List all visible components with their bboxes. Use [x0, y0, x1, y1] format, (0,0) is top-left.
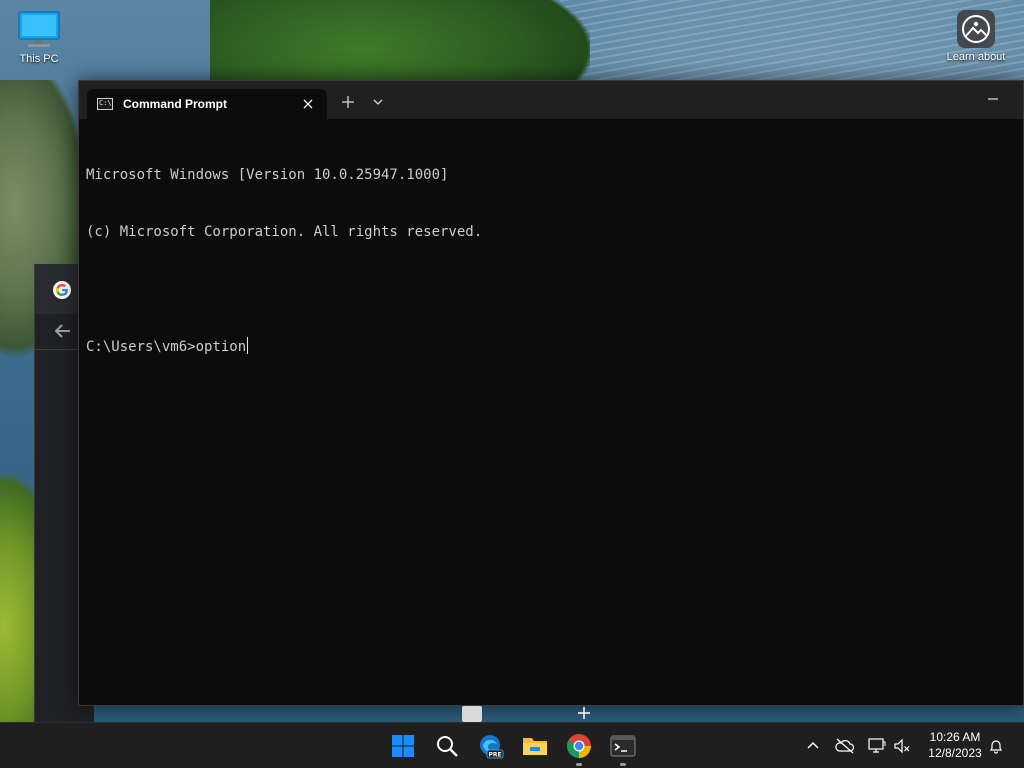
taskbar-clock[interactable]: 10:26 AM 12/8/2023 [918, 729, 992, 761]
clock-time: 10:26 AM [929, 730, 981, 744]
notification-bell-icon[interactable] [985, 735, 1007, 757]
close-icon[interactable] [299, 95, 317, 113]
desktop-icon-label: This PC [19, 53, 59, 65]
cmd-icon: C:\ [97, 98, 113, 110]
terminal-icon[interactable] [607, 730, 639, 766]
learn-about-picture-icon [957, 10, 995, 48]
computer-icon [18, 11, 60, 47]
back-arrow-icon[interactable] [48, 316, 78, 346]
chevron-down-icon[interactable] [367, 91, 389, 113]
console-line: (c) Microsoft Corporation. All rights re… [86, 224, 483, 240]
plus-icon[interactable] [337, 91, 359, 113]
console-output[interactable]: Microsoft Windows [Version 10.0.25947.10… [86, 128, 1013, 695]
edge-pre-badge: PRE [488, 752, 501, 759]
running-indicator [620, 763, 626, 766]
desktop-icon-label: Learn about [946, 51, 1006, 63]
taskbar: PRE 10:26 AM 12/8/2023 [0, 722, 1024, 768]
console-line: Microsoft Windows [Version 10.0.25947.10… [86, 167, 449, 183]
tab-title: Command Prompt [123, 97, 228, 111]
prompt-text: C:\Users\vm6>option [86, 339, 247, 355]
window-peek-thumbnail[interactable] [462, 706, 482, 722]
minimize-icon[interactable] [981, 89, 1005, 109]
text-cursor [247, 337, 249, 354]
running-indicator [576, 763, 582, 766]
windows-start-icon[interactable] [387, 730, 419, 762]
google-icon [53, 281, 71, 299]
network-icon[interactable] [866, 735, 888, 757]
desktop-icon-this-pc[interactable]: This PC [10, 10, 68, 65]
folder-icon[interactable] [519, 730, 551, 762]
command-input-line[interactable]: C:\Users\vm6>option [86, 337, 1013, 356]
search-icon[interactable] [431, 730, 463, 762]
window-titlebar[interactable]: C:\ Command Prompt [79, 81, 1023, 119]
volume-muted-icon[interactable] [891, 735, 913, 757]
desktop-icon-learn-about[interactable]: Learn about [936, 10, 1016, 63]
onedrive-offline-icon[interactable] [834, 735, 856, 757]
chevron-up-icon[interactable] [802, 735, 824, 757]
chrome-icon[interactable] [563, 730, 595, 766]
plus-icon[interactable] [575, 704, 593, 722]
edge-pre-icon[interactable]: PRE [475, 730, 507, 762]
command-prompt-window[interactable]: C:\ Command Prompt Microsoft Windows [Ve… [78, 80, 1024, 706]
clock-date: 12/8/2023 [928, 746, 982, 760]
tab-command-prompt[interactable]: C:\ Command Prompt [87, 89, 327, 119]
